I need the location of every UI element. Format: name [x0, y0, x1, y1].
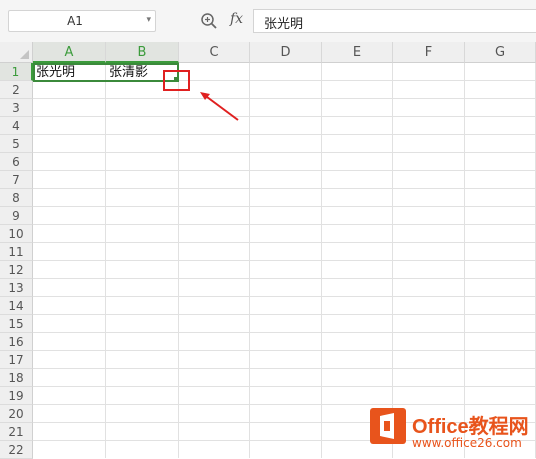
name-box-value: A1	[67, 14, 83, 28]
formula-bar: A1 ▾ fx 张光明	[0, 0, 536, 42]
row-header-11[interactable]: 11	[0, 243, 33, 261]
row-header-19[interactable]: 19	[0, 387, 33, 405]
fx-icon[interactable]: fx	[230, 11, 243, 27]
chevron-down-icon[interactable]: ▾	[146, 15, 151, 25]
name-box[interactable]: A1 ▾	[8, 10, 156, 32]
column-header-c[interactable]: C	[179, 42, 250, 63]
row-header-5[interactable]: 5	[0, 135, 33, 153]
row-header-16[interactable]: 16	[0, 333, 33, 351]
row-header-15[interactable]: 15	[0, 315, 33, 333]
row-header-2[interactable]: 2	[0, 81, 33, 99]
row-header-18[interactable]: 18	[0, 369, 33, 387]
formula-input[interactable]: 张光明	[253, 9, 536, 33]
column-header-e[interactable]: E	[322, 42, 393, 63]
selection-range	[33, 63, 179, 82]
row-header-21[interactable]: 21	[0, 423, 33, 441]
row-header-13[interactable]: 13	[0, 279, 33, 297]
cell-grid[interactable]: 张光明 张清影	[33, 63, 536, 458]
row-header-17[interactable]: 17	[0, 351, 33, 369]
row-header-7[interactable]: 7	[0, 171, 33, 189]
row-header-3[interactable]: 3	[0, 99, 33, 117]
row-header-6[interactable]: 6	[0, 153, 33, 171]
column-header-a[interactable]: A	[33, 42, 106, 63]
column-header-d[interactable]: D	[250, 42, 322, 63]
row-header-4[interactable]: 4	[0, 117, 33, 135]
row-header-9[interactable]: 9	[0, 207, 33, 225]
row-header-14[interactable]: 14	[0, 297, 33, 315]
column-header-f[interactable]: F	[393, 42, 465, 63]
row-header-10[interactable]: 10	[0, 225, 33, 243]
zoom-icon[interactable]	[200, 12, 218, 30]
annotation-highlight-box	[163, 70, 190, 91]
office-logo-icon	[370, 408, 406, 444]
row-header-20[interactable]: 20	[0, 405, 33, 423]
watermark-title: Office教程网	[412, 416, 529, 438]
row-header-12[interactable]: 12	[0, 261, 33, 279]
column-header-b[interactable]: B	[106, 42, 179, 63]
watermark-subtitle: www.office26.com	[412, 436, 522, 450]
row-header-8[interactable]: 8	[0, 189, 33, 207]
row-header-1[interactable]: 1	[0, 63, 33, 81]
select-all-corner[interactable]	[0, 42, 33, 63]
row-header-22[interactable]: 22	[0, 441, 33, 459]
annotation-arrow-icon	[200, 92, 239, 121]
column-header-g[interactable]: G	[465, 42, 536, 63]
